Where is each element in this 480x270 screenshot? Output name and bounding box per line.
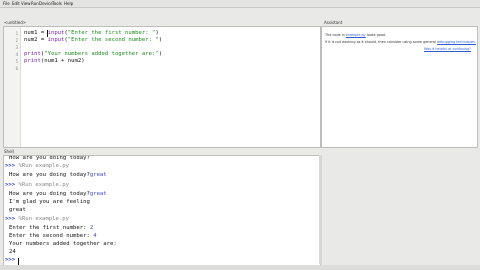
shell-output: How are you doing today?great — [9, 191, 107, 197]
menu-tools[interactable]: Tools — [52, 0, 62, 7]
code-line: num1 = input("Enter the first number: ") — [24, 30, 159, 36]
shell-run-line: >>> %Run example.py — [5, 216, 70, 222]
text-cursor — [18, 258, 19, 265]
shell-output: Enter the first number: 2 — [9, 225, 94, 231]
debugging-link[interactable]: debugging techniques. — [437, 40, 476, 44]
shell-output: I'm glad you are feeling — [9, 199, 90, 205]
line-number: 6 — [15, 66, 18, 71]
menu-edit[interactable]: Edit — [12, 0, 20, 7]
menu-file[interactable]: File — [3, 0, 10, 7]
line-number: 3 — [15, 45, 18, 50]
status-bar — [0, 265, 480, 270]
ide-window: File Edit View Run Device Tools Help <un… — [0, 0, 480, 270]
menu-device[interactable]: Device — [39, 0, 53, 7]
menu-view[interactable]: View — [21, 0, 31, 7]
line-number: 5 — [15, 59, 18, 64]
assistant-panel: The code in example.py looks good. If it… — [321, 26, 478, 148]
code-editor[interactable]: 1 2 3 4 5 6 num1 = input("Enter the firs… — [3, 26, 321, 148]
assistant-message: The code in example.py looks good. — [325, 33, 387, 37]
line-number: 4 — [15, 52, 18, 57]
feedback-link[interactable]: Was it helpful or confusing? — [424, 47, 471, 51]
shell-output: How are you doing today?great — [9, 172, 107, 178]
text-cursor — [47, 30, 48, 37]
shell-output: Your numbers added together are: — [9, 241, 117, 247]
shell-output: Enter the second number: 4 — [9, 233, 97, 239]
menu-run[interactable]: Run — [31, 0, 39, 7]
shell-output: How are you doing today? — [9, 155, 90, 161]
shell-output: 24 — [9, 249, 16, 255]
assistant-message: If it is not working as it should, then … — [325, 40, 476, 44]
file-link[interactable]: example.py — [346, 33, 366, 37]
shell-scrollbar[interactable] — [319, 155, 322, 264]
code-line: print("Your numbers added together are:"… — [24, 51, 163, 57]
code-line: print(num1 + num2) — [24, 58, 85, 64]
shell-run-line: >>> %Run example.py — [5, 182, 70, 188]
menu-bar: File Edit View Run Device Tools Help — [0, 0, 480, 8]
shell-run-line: >>> %Run example.py — [5, 163, 70, 169]
line-number: 2 — [15, 38, 18, 43]
shell-prompt[interactable]: >>> — [5, 257, 15, 263]
menu-help[interactable]: Help — [64, 0, 73, 7]
shell-output: great — [9, 207, 26, 213]
code-line: num2 = input("Enter the second number: "… — [24, 37, 163, 43]
shell-console[interactable]: How are you doing today? >>> %Run exampl… — [3, 155, 321, 266]
toolbar — [0, 8, 480, 19]
empty-panel-area — [323, 148, 477, 264]
line-number: 1 — [15, 31, 18, 36]
line-number-gutter: 1 2 3 4 5 6 — [4, 27, 21, 147]
